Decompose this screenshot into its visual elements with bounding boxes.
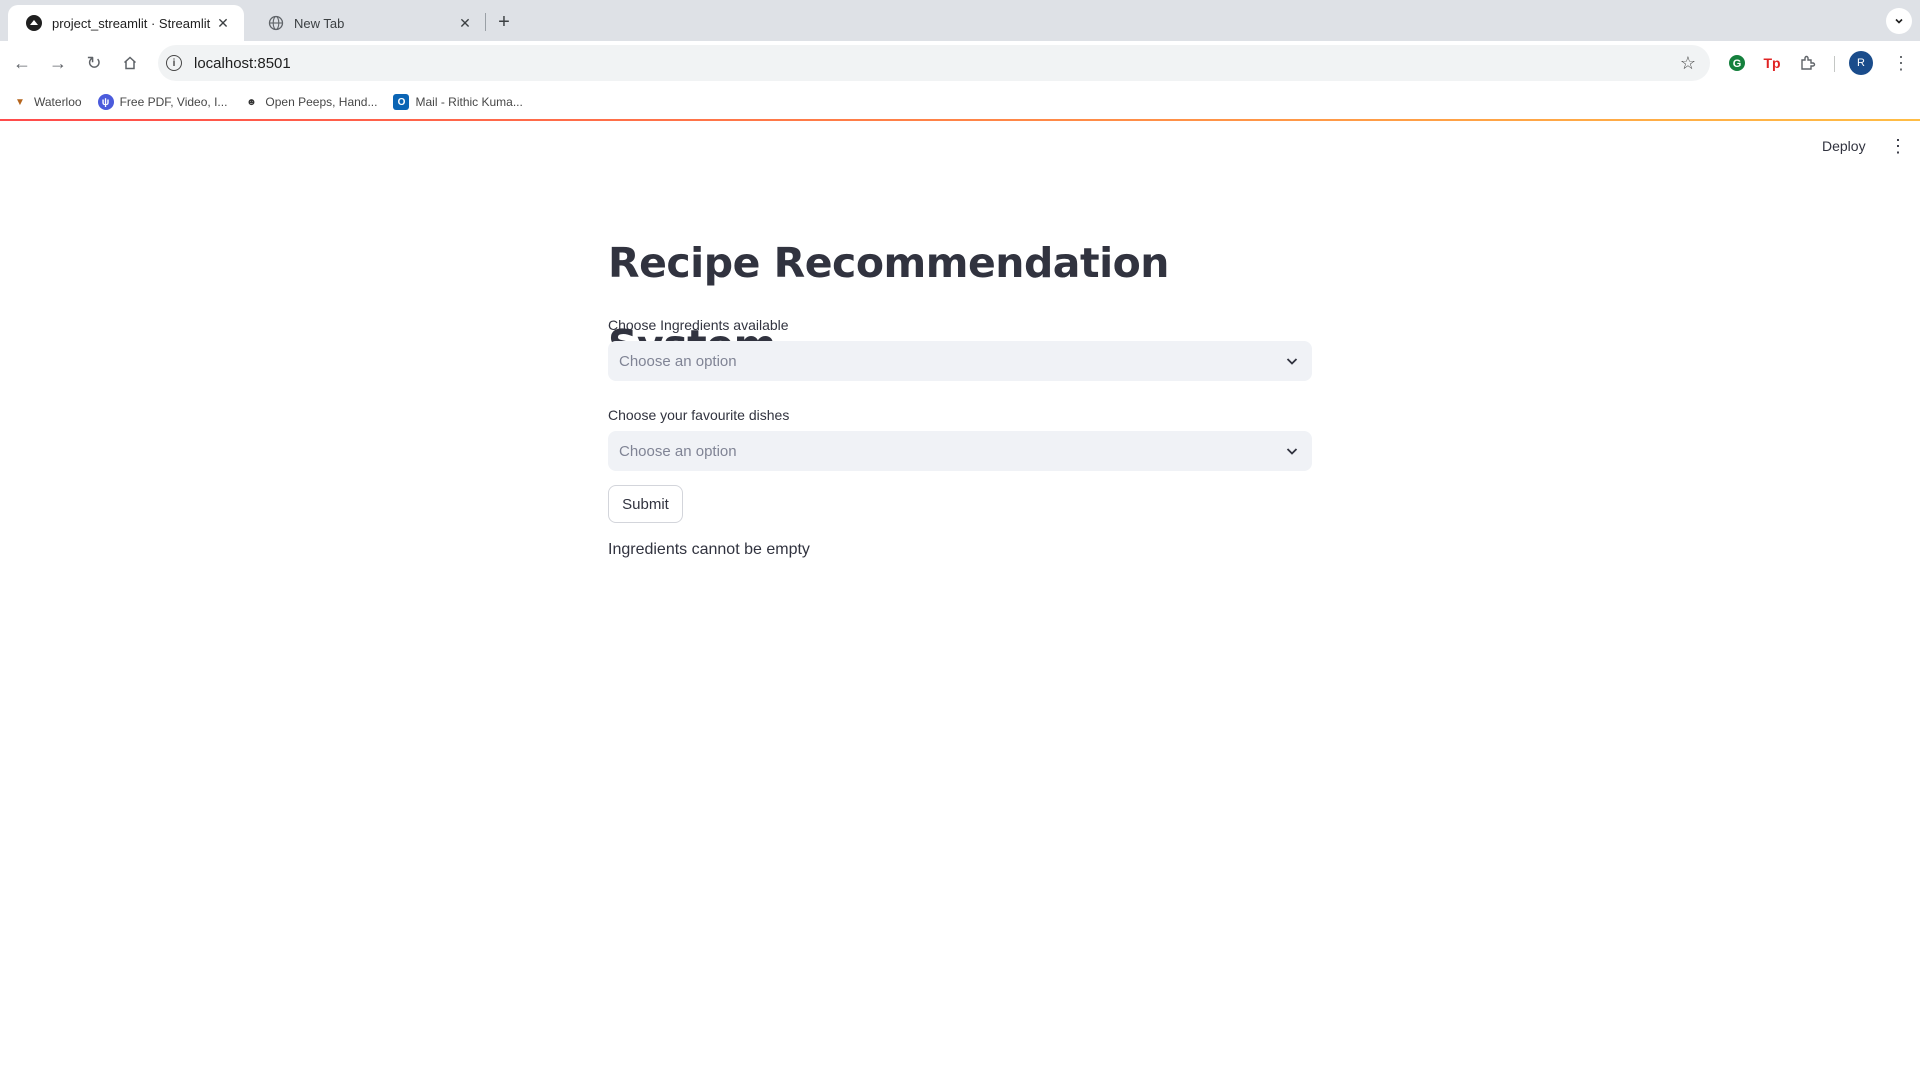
dishes-placeholder: Choose an option xyxy=(619,442,737,460)
address-bar[interactable]: i localhost:8501 ☆ xyxy=(158,45,1710,81)
outlook-icon: O xyxy=(393,94,410,110)
back-button[interactable]: ← xyxy=(8,49,36,77)
deploy-button[interactable]: Deploy xyxy=(1814,133,1874,159)
chevron-down-icon xyxy=(1286,448,1298,455)
bookmark-label: Waterloo xyxy=(34,95,82,109)
grammarly-icon[interactable]: G xyxy=(1724,50,1750,76)
close-tab-icon[interactable]: ✕ xyxy=(214,14,232,32)
home-icon xyxy=(123,56,137,70)
tab-strip: project_streamlit · Streamlit ✕ New Tab … xyxy=(0,0,1920,41)
chevron-down-icon xyxy=(1286,358,1298,365)
tab-search-button[interactable] xyxy=(1886,8,1912,34)
waterloo-icon: ▼ xyxy=(15,96,25,108)
new-tab-button[interactable]: + xyxy=(490,8,518,36)
svg-text:G: G xyxy=(1733,58,1742,70)
tab-new-tab[interactable]: New Tab ✕ xyxy=(250,5,486,41)
browser-toolbar: ← → ↻ i localhost:8501 ☆ G Tp R ⋮ xyxy=(0,41,1920,85)
profile-avatar[interactable]: R xyxy=(1849,51,1873,75)
bookmark-waterloo[interactable]: ▼ Waterloo xyxy=(12,94,82,110)
bookmark-label: Free PDF, Video, I... xyxy=(119,95,228,109)
tab-divider xyxy=(485,13,486,31)
reload-button[interactable]: ↻ xyxy=(80,49,108,77)
bookmark-mail[interactable]: O Mail - Rithic Kuma... xyxy=(393,94,523,110)
tab-title: New Tab xyxy=(294,15,345,31)
forward-button[interactable]: → xyxy=(44,49,72,77)
bookmark-free-pdf[interactable]: ψ Free PDF, Video, I... xyxy=(97,94,228,110)
streamlit-icon xyxy=(26,15,42,31)
app-menu-icon[interactable]: ⋮ xyxy=(1886,133,1910,159)
tab-project-streamlit[interactable]: project_streamlit · Streamlit ✕ xyxy=(8,5,244,41)
dishes-label: Choose your favourite dishes xyxy=(608,407,790,423)
bookmark-star-icon[interactable]: ☆ xyxy=(1680,53,1696,74)
validation-message: Ingredients cannot be empty xyxy=(608,541,810,558)
extensions-puzzle-icon[interactable] xyxy=(1795,50,1821,76)
bookmarks-bar: ▼ Waterloo ψ Free PDF, Video, I... ☻ Ope… xyxy=(0,85,1920,119)
ingredients-label: Choose Ingredients available xyxy=(608,317,789,333)
globe-icon xyxy=(268,15,284,31)
ingredients-placeholder: Choose an option xyxy=(619,352,737,370)
site-info-icon[interactable]: i xyxy=(166,55,182,71)
main-content: Recipe Recommendation System Choose Ingr… xyxy=(608,222,1312,559)
submit-button[interactable]: Submit xyxy=(608,485,683,523)
ingredients-multiselect[interactable]: Choose an option xyxy=(608,341,1312,381)
bookmark-label: Open Peeps, Hand... xyxy=(265,95,378,109)
bookmark-label: Mail - Rithic Kuma... xyxy=(415,95,523,109)
pdf-tool-icon: ψ xyxy=(97,94,114,110)
bookmark-open-peeps[interactable]: ☻ Open Peeps, Hand... xyxy=(243,94,377,110)
toolbar-divider xyxy=(1834,56,1835,72)
app-header: Deploy ⋮ xyxy=(0,121,1920,169)
peeps-icon: ☻ xyxy=(246,96,257,108)
tp-extension-icon[interactable]: Tp xyxy=(1759,50,1785,76)
chevron-down-icon xyxy=(1895,18,1903,24)
address-url: localhost:8501 xyxy=(194,54,291,72)
browser-menu-icon[interactable]: ⋮ xyxy=(1889,50,1913,76)
dishes-multiselect[interactable]: Choose an option xyxy=(608,431,1312,471)
close-tab-icon[interactable]: ✕ xyxy=(456,14,474,32)
tab-title: project_streamlit · Streamlit xyxy=(52,15,211,31)
home-button[interactable] xyxy=(116,49,144,77)
page-title: Recipe Recommendation System xyxy=(608,239,1169,369)
